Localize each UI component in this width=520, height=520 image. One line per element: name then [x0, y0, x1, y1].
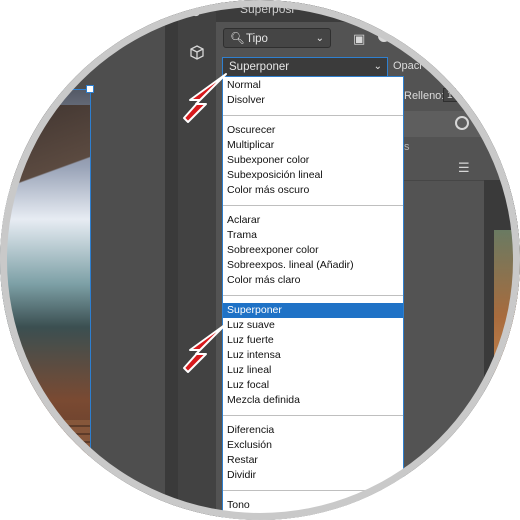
chevron-down-icon: ⌄ — [373, 61, 382, 72]
blend-mode-option[interactable]: Aclarar — [223, 213, 403, 228]
opacity-label: Opaci — [393, 60, 422, 72]
layer-row-text: s — [404, 141, 410, 153]
document-image — [0, 89, 91, 520]
chevron-down-icon: ⌄ — [315, 33, 324, 44]
blend-mode-dropdown-list: Normal Disolver Oscurecer Multiplicar Subexp… — [222, 76, 404, 520]
layer-filter-select[interactable]: 🔍︎ Tipo ⌄ — [223, 28, 331, 48]
panel-title: Superposi — [240, 2, 295, 16]
photo-edge — [494, 230, 520, 520]
brush-history-icon[interactable]: ⟳ — [188, 4, 206, 22]
blend-mode-select[interactable]: Superponer ⌄ — [222, 57, 388, 77]
photo-bricks — [0, 420, 90, 520]
link-circle-icon[interactable] — [455, 116, 469, 130]
fill-label: Relleno: — [404, 90, 445, 102]
transform-handle[interactable] — [86, 85, 94, 93]
divider — [404, 180, 484, 181]
blend-mode-option[interactable]: Luz lineal — [223, 363, 403, 378]
blend-mode-option[interactable]: Tono — [223, 498, 403, 513]
panel-divider — [165, 0, 178, 520]
red-arrow-pointer-top — [183, 73, 227, 123]
dropdown-separator — [223, 415, 403, 416]
photo-beam — [0, 105, 90, 225]
blend-mode-option[interactable]: Mezcla definida — [223, 393, 403, 408]
blend-mode-option[interactable]: Luz fuerte — [223, 333, 403, 348]
blend-mode-option[interactable]: Subexponer color — [223, 153, 403, 168]
blend-mode-option[interactable]: Luz suave — [223, 318, 403, 333]
blend-mode-option[interactable]: Superponer — [223, 303, 403, 318]
image-filter-icon[interactable]: ▣ — [353, 31, 365, 47]
dropdown-separator — [223, 205, 403, 206]
magnified-screenshot-circle: ⟳ Superposi 🔍︎ Tipo ⌄ ▣ Superponer ⌄ Opa… — [0, 0, 520, 520]
blend-mode-value: Superponer — [229, 61, 290, 73]
sliders-icon[interactable]: ☰ — [458, 160, 470, 176]
circle-filter-icon[interactable] — [378, 30, 390, 42]
blend-mode-option[interactable]: Oscurecer — [223, 123, 403, 138]
blend-mode-option[interactable]: Multiplicar — [223, 138, 403, 153]
blend-mode-option[interactable]: Diferencia — [223, 423, 403, 438]
blend-mode-option[interactable]: Dividir — [223, 468, 403, 483]
dropdown-separator — [223, 295, 403, 296]
fill-input[interactable]: 1 — [443, 88, 463, 102]
blend-mode-option[interactable]: Subexposición lineal — [223, 168, 403, 183]
cube-3d-icon[interactable] — [188, 44, 206, 62]
blend-mode-option[interactable]: Sobreexponer color — [223, 243, 403, 258]
dropdown-separator — [223, 115, 403, 116]
dropdown-separator — [223, 490, 403, 491]
blend-mode-option[interactable]: Trama — [223, 228, 403, 243]
blend-mode-option[interactable]: Color más oscuro — [223, 183, 403, 198]
red-arrow-pointer-bottom — [183, 323, 227, 373]
blend-mode-option[interactable]: Exclusión — [223, 438, 403, 453]
blend-mode-option[interactable]: Luz intensa — [223, 348, 403, 363]
search-icon: 🔍︎ — [230, 33, 245, 45]
blend-mode-option[interactable]: Disolver — [223, 93, 403, 108]
blend-mode-option[interactable]: Normal — [223, 78, 403, 93]
blend-mode-option[interactable]: Restar — [223, 453, 403, 468]
blend-mode-option[interactable]: Color más claro — [223, 273, 403, 288]
blend-mode-option[interactable]: Luz focal — [223, 378, 403, 393]
blend-mode-option[interactable]: Sobreexpos. lineal (Añadir) — [223, 258, 403, 273]
layer-filter-label: Tipo — [246, 33, 268, 45]
